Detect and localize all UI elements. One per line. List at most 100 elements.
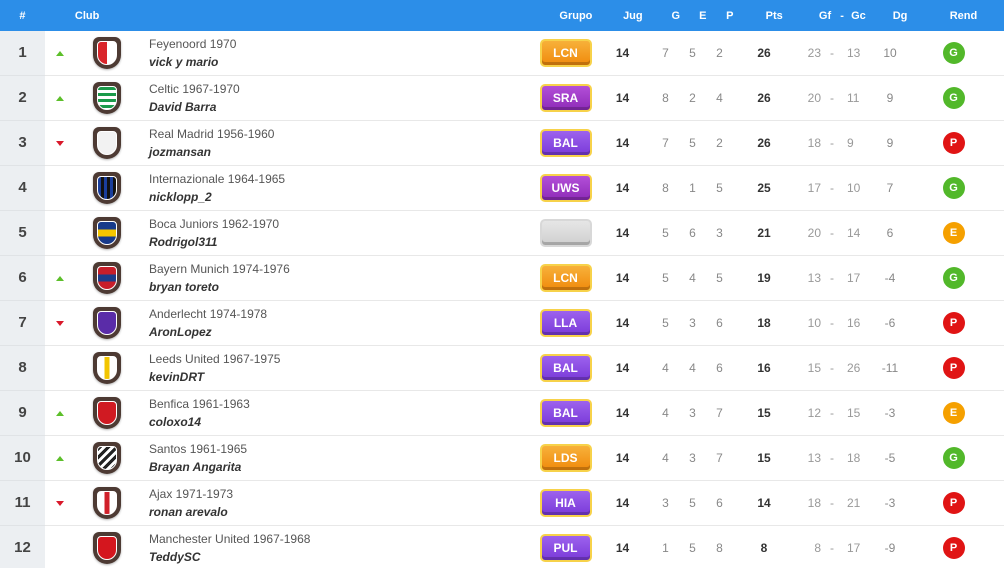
club-name[interactable]: Real Madrid 1956-1960 [149, 125, 538, 143]
table-row[interactable]: 5 Boca Juniors 1962-1970 Rodrigol311 14 5 6 3 2… [0, 210, 1004, 256]
header-lost[interactable]: P [716, 10, 743, 22]
form-badge[interactable]: P [942, 357, 965, 379]
form-badge[interactable]: G [942, 87, 965, 109]
group-badge[interactable]: PUL [539, 534, 592, 562]
points: 26 [757, 136, 771, 150]
form-badge[interactable]: P [942, 537, 965, 559]
club-name[interactable]: Internazionale 1964-1965 [149, 170, 538, 188]
group-badge[interactable]: LCN [539, 264, 592, 292]
table-row[interactable]: 2 Celtic 1967-1970 David Barra SRA 14 8 2 4 26 20… [0, 75, 1004, 121]
header-gf[interactable]: Gf [805, 10, 837, 22]
manager-name[interactable]: jozmansan [149, 143, 538, 161]
form-badge[interactable]: G [942, 447, 965, 469]
table-row[interactable]: 12 Manchester United 1967-1968 TeddySC PUL 1… [0, 525, 1004, 568]
trend [45, 500, 75, 506]
club-name[interactable]: Boca Juniors 1962-1970 [149, 215, 538, 233]
form-badge[interactable]: G [942, 42, 965, 64]
goals-against: 13 [847, 46, 861, 60]
form-badge[interactable]: P [942, 312, 965, 334]
group-badge[interactable]: SRA [539, 84, 592, 112]
group-badge[interactable]: BAL [539, 399, 592, 427]
drawn: 1 [689, 181, 696, 195]
header-dg[interactable]: Dg [877, 10, 923, 22]
header-form[interactable]: Rend [923, 10, 1004, 22]
header-drawn[interactable]: E [689, 10, 716, 22]
goals-for: 20 [807, 91, 821, 105]
club-cell[interactable]: Anderlecht 1974-1978 AronLopez [138, 305, 538, 341]
manager-name[interactable]: vick y mario [149, 53, 538, 71]
club-shield-icon [75, 487, 138, 519]
club-name[interactable]: Benfica 1961-1963 [149, 395, 538, 413]
manager-name[interactable]: kevinDRT [149, 368, 538, 386]
form-cell: P [913, 492, 994, 514]
header-won[interactable]: G [662, 10, 689, 22]
club-cell[interactable]: Real Madrid 1956-1960 jozmansan [138, 125, 538, 161]
form-badge[interactable]: P [942, 492, 965, 514]
club-name[interactable]: Manchester United 1967-1968 [149, 530, 538, 548]
header-group[interactable]: Grupo [548, 10, 603, 22]
table-row[interactable]: 11 Ajax 1971-1973 ronan arevalo HIA 14 3 5 6 14 1… [0, 480, 1004, 526]
table-row[interactable]: 9 Benfica 1961-1963 coloxo14 BAL 14 4 3 7 15 12-1… [0, 390, 1004, 436]
manager-name[interactable]: nicklopp_2 [149, 188, 538, 206]
trend-up-icon [56, 275, 64, 281]
club-cell[interactable]: Benfica 1961-1963 coloxo14 [138, 395, 538, 431]
club-name[interactable]: Anderlecht 1974-1978 [149, 305, 538, 323]
manager-name[interactable]: coloxo14 [149, 413, 538, 431]
club-name[interactable]: Leeds United 1967-1975 [149, 350, 538, 368]
points: 16 [757, 361, 771, 375]
manager-name[interactable]: AronLopez [149, 323, 538, 341]
form-badge[interactable]: G [942, 177, 965, 199]
group-badge[interactable]: HIA [539, 489, 592, 517]
goal-difference: -3 [884, 406, 896, 420]
header-points[interactable]: Pts [743, 10, 805, 22]
club-cell[interactable]: Boca Juniors 1962-1970 Rodrigol311 [138, 215, 538, 251]
header-club[interactable]: Club [75, 10, 105, 22]
table-row[interactable]: 3 Real Madrid 1956-1960 jozmansan BAL 14 7 5 2 2… [0, 120, 1004, 166]
table-row[interactable]: 10 Santos 1961-1965 Brayan Angarita LDS 14 4 3… [0, 435, 1004, 481]
goal-difference: 10 [883, 46, 897, 60]
table-row[interactable]: 7 Anderlecht 1974-1978 AronLopez LLA 14 5 3 6 18… [0, 300, 1004, 346]
manager-name[interactable]: David Barra [149, 98, 538, 116]
club-cell[interactable]: Santos 1961-1965 Brayan Angarita [138, 440, 538, 476]
played: 14 [615, 496, 630, 510]
club-cell[interactable]: Celtic 1967-1970 David Barra [138, 80, 538, 116]
manager-name[interactable]: ronan arevalo [149, 503, 538, 521]
group-badge[interactable]: UWS [539, 174, 592, 202]
group-badge[interactable]: LLA [539, 309, 592, 337]
form-badge[interactable]: P [942, 132, 965, 154]
club-name[interactable]: Ajax 1971-1973 [149, 485, 538, 503]
header-pos[interactable]: # [0, 10, 45, 22]
form-badge[interactable]: E [942, 402, 965, 424]
lost: 6 [716, 361, 723, 375]
manager-name[interactable]: Brayan Angarita [149, 458, 538, 476]
club-cell[interactable]: Leeds United 1967-1975 kevinDRT [138, 350, 538, 386]
goals-separator: - [830, 541, 834, 555]
form-badge[interactable]: G [942, 267, 965, 289]
drawn: 2 [689, 91, 696, 105]
group-badge[interactable]: BAL [539, 354, 592, 382]
club-cell[interactable]: Feyenoord 1970 vick y mario [138, 35, 538, 71]
club-name[interactable]: Feyenoord 1970 [149, 35, 538, 53]
club-name[interactable]: Santos 1961-1965 [149, 440, 538, 458]
table-row[interactable]: 1 Feyenoord 1970 vick y mario LCN 14 7 5 2 26 23-… [0, 30, 1004, 76]
club-name[interactable]: Celtic 1967-1970 [149, 80, 538, 98]
header-played[interactable]: Jug [603, 10, 662, 22]
club-cell[interactable]: Internazionale 1964-1965 nicklopp_2 [138, 170, 538, 206]
trend-down-icon [56, 500, 64, 506]
group-badge[interactable]: LCN [539, 39, 592, 67]
manager-name[interactable]: Rodrigol311 [149, 233, 538, 251]
club-cell[interactable]: Bayern Munich 1974-1976 bryan toreto [138, 260, 538, 296]
club-cell[interactable]: Manchester United 1967-1968 TeddySC [138, 530, 538, 566]
club-cell[interactable]: Ajax 1971-1973 ronan arevalo [138, 485, 538, 521]
group-badge[interactable]: BAL [539, 129, 592, 157]
table-row[interactable]: 4 Internazionale 1964-1965 nicklopp_2 UWS 14… [0, 165, 1004, 211]
form-badge[interactable]: E [942, 222, 965, 244]
table-row[interactable]: 8 Leeds United 1967-1975 kevinDRT BAL 14 4 4 6 1… [0, 345, 1004, 391]
goals-separator: - [830, 316, 834, 330]
club-name[interactable]: Bayern Munich 1974-1976 [149, 260, 538, 278]
group-badge[interactable]: LDS [539, 444, 592, 472]
table-row[interactable]: 6 Bayern Munich 1974-1976 bryan toreto LCN 1… [0, 255, 1004, 301]
manager-name[interactable]: TeddySC [149, 548, 538, 566]
manager-name[interactable]: bryan toreto [149, 278, 538, 296]
header-gc[interactable]: Gc [847, 10, 877, 22]
